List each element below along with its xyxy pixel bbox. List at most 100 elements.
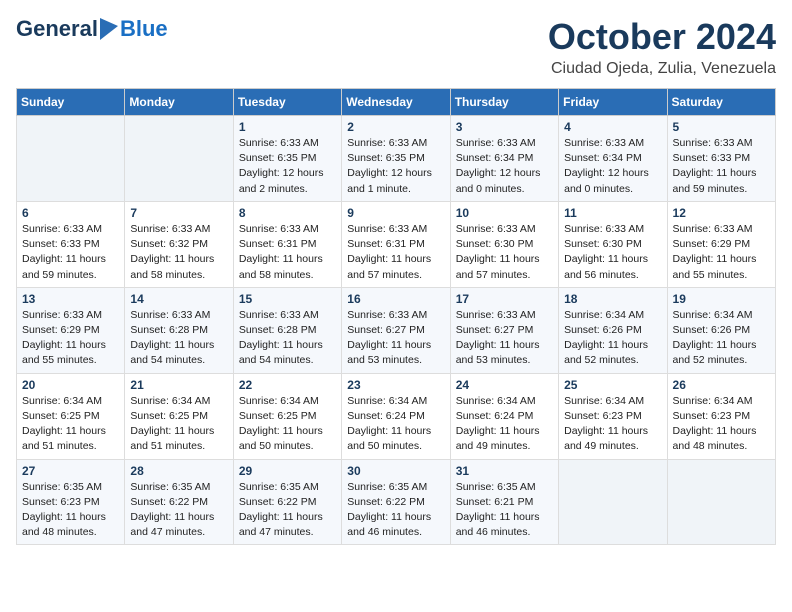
day-number: 24 — [456, 378, 553, 392]
day-number: 16 — [347, 292, 444, 306]
calendar-cell — [667, 459, 775, 545]
day-info: Sunrise: 6:34 AMSunset: 6:24 PMDaylight:… — [456, 394, 553, 455]
day-number: 13 — [22, 292, 119, 306]
calendar-cell: 1 Sunrise: 6:33 AMSunset: 6:35 PMDaylight… — [233, 116, 341, 202]
day-info: Sunrise: 6:34 AMSunset: 6:26 PMDaylight:… — [564, 308, 661, 369]
day-info: Sunrise: 6:33 AMSunset: 6:28 PMDaylight:… — [130, 308, 227, 369]
day-number: 26 — [673, 378, 770, 392]
day-number: 19 — [673, 292, 770, 306]
day-info: Sunrise: 6:35 AMSunset: 6:23 PMDaylight:… — [22, 480, 119, 541]
day-info: Sunrise: 6:33 AMSunset: 6:32 PMDaylight:… — [130, 222, 227, 283]
day-number: 23 — [347, 378, 444, 392]
day-number: 3 — [456, 120, 553, 134]
day-info: Sunrise: 6:34 AMSunset: 6:23 PMDaylight:… — [564, 394, 661, 455]
calendar-cell: 31 Sunrise: 6:35 AMSunset: 6:21 PMDayligh… — [450, 459, 558, 545]
column-header-tuesday: Tuesday — [233, 89, 341, 116]
calendar-cell: 23 Sunrise: 6:34 AMSunset: 6:24 PMDayligh… — [342, 373, 450, 459]
logo-icon — [100, 18, 118, 40]
day-info: Sunrise: 6:33 AMSunset: 6:28 PMDaylight:… — [239, 308, 336, 369]
location-title: Ciudad Ojeda, Zulia, Venezuela — [548, 60, 776, 78]
calendar-cell: 27 Sunrise: 6:35 AMSunset: 6:23 PMDayligh… — [17, 459, 125, 545]
day-info: Sunrise: 6:34 AMSunset: 6:26 PMDaylight:… — [673, 308, 770, 369]
day-info: Sunrise: 6:33 AMSunset: 6:34 PMDaylight:… — [456, 136, 553, 197]
day-info: Sunrise: 6:33 AMSunset: 6:34 PMDaylight:… — [564, 136, 661, 197]
calendar-cell: 15 Sunrise: 6:33 AMSunset: 6:28 PMDayligh… — [233, 287, 341, 373]
day-number: 22 — [239, 378, 336, 392]
column-header-thursday: Thursday — [450, 89, 558, 116]
calendar-cell: 8Sunrise: 6:33 AMSunset: 6:31 PMDaylight… — [233, 201, 341, 287]
logo-general-text: General — [16, 16, 98, 42]
calendar-header-row: SundayMondayTuesdayWednesdayThursdayFrid… — [17, 89, 776, 116]
day-info: Sunrise: 6:33 AMSunset: 6:35 PMDaylight:… — [239, 136, 336, 197]
calendar-cell: 16 Sunrise: 6:33 AMSunset: 6:27 PMDayligh… — [342, 287, 450, 373]
day-info: Sunrise: 6:34 AMSunset: 6:25 PMDaylight:… — [130, 394, 227, 455]
day-number: 27 — [22, 464, 119, 478]
calendar-cell: 20Sunrise: 6:34 AMSunset: 6:25 PMDayligh… — [17, 373, 125, 459]
calendar-cell: 26 Sunrise: 6:34 AMSunset: 6:23 PMDayligh… — [667, 373, 775, 459]
day-info: Sunrise: 6:34 AMSunset: 6:24 PMDaylight:… — [347, 394, 444, 455]
calendar-table: SundayMondayTuesdayWednesdayThursdayFrid… — [16, 88, 776, 545]
calendar-cell: 21 Sunrise: 6:34 AMSunset: 6:25 PMDayligh… — [125, 373, 233, 459]
logo: General Blue — [16, 16, 168, 42]
day-info: Sunrise: 6:34 AMSunset: 6:23 PMDaylight:… — [673, 394, 770, 455]
calendar-cell: 9 Sunrise: 6:33 AMSunset: 6:31 PMDaylight… — [342, 201, 450, 287]
day-number: 9 — [347, 206, 444, 220]
day-number: 21 — [130, 378, 227, 392]
day-number: 15 — [239, 292, 336, 306]
day-info: Sunrise: 6:33 AMSunset: 6:31 PMDaylight:… — [347, 222, 444, 283]
day-info: Sunrise: 6:33 AMSunset: 6:31 PMDaylight:… — [239, 222, 336, 283]
day-number: 17 — [456, 292, 553, 306]
calendar-week-row: 20Sunrise: 6:34 AMSunset: 6:25 PMDayligh… — [17, 373, 776, 459]
calendar-cell: 29Sunrise: 6:35 AMSunset: 6:22 PMDayligh… — [233, 459, 341, 545]
calendar-cell: 17 Sunrise: 6:33 AMSunset: 6:27 PMDayligh… — [450, 287, 558, 373]
day-number: 25 — [564, 378, 661, 392]
day-info: Sunrise: 6:33 AMSunset: 6:27 PMDaylight:… — [347, 308, 444, 369]
calendar-cell: 24 Sunrise: 6:34 AMSunset: 6:24 PMDayligh… — [450, 373, 558, 459]
calendar-week-row: 27 Sunrise: 6:35 AMSunset: 6:23 PMDayligh… — [17, 459, 776, 545]
column-header-sunday: Sunday — [17, 89, 125, 116]
day-info: Sunrise: 6:35 AMSunset: 6:22 PMDaylight:… — [239, 480, 336, 541]
day-info: Sunrise: 6:35 AMSunset: 6:22 PMDaylight:… — [130, 480, 227, 541]
day-info: Sunrise: 6:33 AMSunset: 6:33 PMDaylight:… — [673, 136, 770, 197]
month-title: October 2024 — [548, 16, 776, 58]
day-number: 28 — [130, 464, 227, 478]
day-number: 14 — [130, 292, 227, 306]
day-info: Sunrise: 6:33 AMSunset: 6:27 PMDaylight:… — [456, 308, 553, 369]
day-number: 6 — [22, 206, 119, 220]
day-number: 5 — [673, 120, 770, 134]
day-info: Sunrise: 6:35 AMSunset: 6:21 PMDaylight:… — [456, 480, 553, 541]
day-info: Sunrise: 6:33 AMSunset: 6:29 PMDaylight:… — [673, 222, 770, 283]
column-header-monday: Monday — [125, 89, 233, 116]
day-number: 1 — [239, 120, 336, 134]
calendar-cell: 25 Sunrise: 6:34 AMSunset: 6:23 PMDayligh… — [559, 373, 667, 459]
day-number: 30 — [347, 464, 444, 478]
calendar-cell: 3 Sunrise: 6:33 AMSunset: 6:34 PMDaylight… — [450, 116, 558, 202]
calendar-week-row: 13 Sunrise: 6:33 AMSunset: 6:29 PMDayligh… — [17, 287, 776, 373]
day-info: Sunrise: 6:34 AMSunset: 6:25 PMDaylight:… — [22, 394, 119, 455]
calendar-cell: 5 Sunrise: 6:33 AMSunset: 6:33 PMDaylight… — [667, 116, 775, 202]
calendar-cell: 4 Sunrise: 6:33 AMSunset: 6:34 PMDaylight… — [559, 116, 667, 202]
day-number: 11 — [564, 206, 661, 220]
calendar-cell: 19 Sunrise: 6:34 AMSunset: 6:26 PMDayligh… — [667, 287, 775, 373]
day-number: 12 — [673, 206, 770, 220]
calendar-week-row: 1 Sunrise: 6:33 AMSunset: 6:35 PMDaylight… — [17, 116, 776, 202]
calendar-cell: 12 Sunrise: 6:33 AMSunset: 6:29 PMDayligh… — [667, 201, 775, 287]
logo-blue-text: Blue — [120, 16, 168, 42]
day-info: Sunrise: 6:33 AMSunset: 6:30 PMDaylight:… — [564, 222, 661, 283]
calendar-cell: 6Sunrise: 6:33 AMSunset: 6:33 PMDaylight… — [17, 201, 125, 287]
day-info: Sunrise: 6:33 AMSunset: 6:35 PMDaylight:… — [347, 136, 444, 197]
day-info: Sunrise: 6:34 AMSunset: 6:25 PMDaylight:… — [239, 394, 336, 455]
calendar-cell — [559, 459, 667, 545]
page-header: General Blue October 2024 Ciudad Ojeda, … — [16, 16, 776, 78]
calendar-cell: 10Sunrise: 6:33 AMSunset: 6:30 PMDayligh… — [450, 201, 558, 287]
day-number: 31 — [456, 464, 553, 478]
day-info: Sunrise: 6:35 AMSunset: 6:22 PMDaylight:… — [347, 480, 444, 541]
day-info: Sunrise: 6:33 AMSunset: 6:29 PMDaylight:… — [22, 308, 119, 369]
calendar-cell: 7 Sunrise: 6:33 AMSunset: 6:32 PMDaylight… — [125, 201, 233, 287]
day-number: 7 — [130, 206, 227, 220]
column-header-saturday: Saturday — [667, 89, 775, 116]
title-block: October 2024 Ciudad Ojeda, Zulia, Venezu… — [548, 16, 776, 78]
calendar-cell: 30 Sunrise: 6:35 AMSunset: 6:22 PMDayligh… — [342, 459, 450, 545]
day-number: 4 — [564, 120, 661, 134]
calendar-cell: 11 Sunrise: 6:33 AMSunset: 6:30 PMDayligh… — [559, 201, 667, 287]
